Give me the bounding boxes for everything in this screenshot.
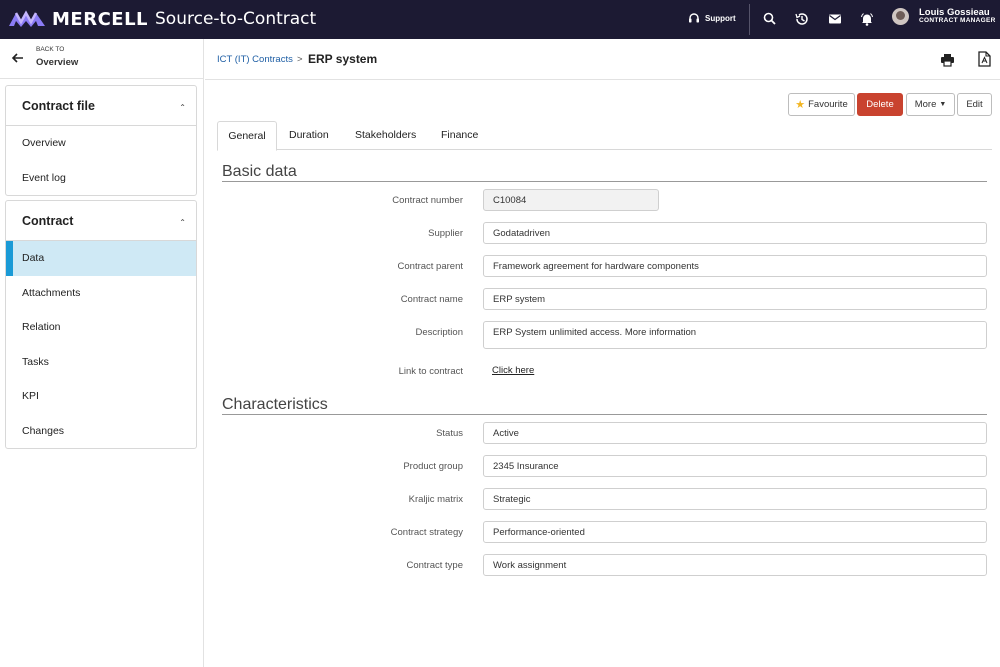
contract-type-field[interactable]: Work assignment <box>483 554 987 576</box>
brand[interactable]: MERCELL Source-to-Contract <box>8 8 316 30</box>
delete-button[interactable]: Delete <box>857 93 903 116</box>
back-small-label: BACK TO <box>36 46 65 53</box>
page-title: ERP system <box>308 52 378 66</box>
sidebar-item-relation[interactable]: Relation <box>6 310 196 345</box>
favourite-label: Favourite <box>808 99 848 110</box>
sidebar-item-kpi[interactable]: KPI <box>6 379 196 414</box>
sidebar-item-event-log[interactable]: Event log <box>6 161 196 196</box>
sidebar-item-label: KPI <box>22 390 39 402</box>
topbar-divider <box>749 4 750 35</box>
tab-duration[interactable]: Duration <box>289 121 329 150</box>
print-icon[interactable] <box>940 53 955 67</box>
tab-finance[interactable]: Finance <box>441 121 478 150</box>
star-icon: ★ <box>795 99 806 111</box>
kraljic-matrix-field[interactable]: Strategic <box>483 488 987 510</box>
brand-product: Source-to-Contract <box>155 9 317 29</box>
product-group-field[interactable]: 2345 Insurance <box>483 455 987 477</box>
panel-contract: Contract ⌃ Data Attachments Relation Tas… <box>5 200 197 449</box>
history-icon[interactable] <box>794 11 810 27</box>
panel-title: Contract <box>22 214 74 228</box>
edit-button[interactable]: Edit <box>957 93 992 116</box>
arrow-left-icon <box>11 53 23 63</box>
description-label: Description <box>415 327 463 338</box>
sidebar-item-label: Attachments <box>22 286 81 299</box>
product-group-label: Product group <box>403 461 463 472</box>
headset-icon <box>689 13 699 23</box>
avatar <box>892 8 909 25</box>
breadcrumb: ICT (IT) Contracts > ERP system <box>205 39 1000 80</box>
section-title-basic-data: Basic data <box>222 163 297 180</box>
status-field[interactable]: Active <box>483 422 987 444</box>
more-label: More <box>914 99 937 110</box>
section-title-characteristics: Characteristics <box>222 396 328 413</box>
contract-parent-field[interactable]: Framework agreement for hardware compone… <box>483 255 987 277</box>
sidebar-item-label: Overview <box>22 137 66 149</box>
contract-parent-label: Contract parent <box>397 261 463 272</box>
supplier-field[interactable]: Godatadriven <box>483 222 987 244</box>
chevron-up-icon: ⌃ <box>179 103 186 112</box>
back-to-overview[interactable]: BACK TO Overview <box>0 39 204 79</box>
sidebar-item-data[interactable]: Data <box>6 241 196 276</box>
contract-name-label: Contract name <box>400 294 463 305</box>
sidebar-item-label: Relation <box>22 321 61 333</box>
sidebar-item-label: Event log <box>22 171 66 184</box>
mail-icon[interactable] <box>827 11 843 27</box>
main-content: ICT (IT) Contracts > ERP system ★ Favour… <box>205 39 1000 667</box>
contract-type-label: Contract type <box>406 560 464 571</box>
contract-name-field[interactable]: ERP system <box>483 288 987 310</box>
search-icon[interactable] <box>762 11 778 27</box>
sidebar-item-label: Changes <box>22 424 65 437</box>
tab-bar: General Duration Stakeholders Finance <box>217 121 992 151</box>
panel-title: Contract file <box>22 99 95 113</box>
support-label: Support <box>705 13 736 23</box>
contract-strategy-field[interactable]: Performance-oriented <box>483 521 987 543</box>
user-menu[interactable]: Louis Gossieau CONTRACT MANAGER <box>892 8 996 25</box>
more-button[interactable]: More ▼ <box>906 93 955 116</box>
user-role: CONTRACT MANAGER <box>919 17 996 25</box>
sidebar: BACK TO Overview Contract file ⌃ Overvie… <box>0 39 204 667</box>
kraljic-matrix-label: Kraljic matrix <box>408 494 463 505</box>
top-bar: MERCELL Source-to-Contract Support Louis… <box>0 0 1000 39</box>
sidebar-item-label: Data <box>22 252 45 264</box>
favourite-button[interactable]: ★ Favourite <box>788 93 855 116</box>
description-field[interactable]: ERP System unlimited access. More inform… <box>483 321 987 349</box>
sidebar-item-changes[interactable]: Changes <box>6 414 196 449</box>
pdf-icon[interactable] <box>978 51 991 67</box>
sidebar-item-tasks[interactable]: Tasks <box>6 345 196 380</box>
panel-header-contract-file[interactable]: Contract file ⌃ <box>6 86 196 126</box>
notifications-icon[interactable] <box>859 11 875 27</box>
status-label: Status <box>436 428 463 439</box>
sidebar-item-overview[interactable]: Overview <box>6 126 196 161</box>
back-label: Overview <box>36 57 79 68</box>
tab-general[interactable]: General <box>217 121 277 151</box>
breadcrumb-parent-link[interactable]: ICT (IT) Contracts <box>217 54 293 65</box>
breadcrumb-separator: > <box>297 54 303 65</box>
section-divider <box>222 181 987 182</box>
panel-header-contract[interactable]: Contract ⌃ <box>6 201 196 241</box>
panel-contract-file: Contract file ⌃ Overview Event log <box>5 85 197 196</box>
contract-strategy-label: Contract strategy <box>390 527 463 538</box>
brand-name: MERCELL <box>52 8 149 30</box>
contract-number-field: C10084 <box>483 189 659 211</box>
mercell-logo-icon <box>9 10 45 27</box>
link-to-contract[interactable]: Click here <box>492 365 534 376</box>
chevron-up-icon: ⌃ <box>179 218 186 227</box>
support-link[interactable]: Support <box>688 12 736 24</box>
supplier-label: Supplier <box>428 228 463 239</box>
tab-stakeholders[interactable]: Stakeholders <box>355 121 416 150</box>
caret-down-icon: ▼ <box>939 101 947 108</box>
sidebar-item-attachments[interactable]: Attachments <box>6 276 196 311</box>
sidebar-item-label: Tasks <box>22 355 49 368</box>
section-divider <box>222 414 987 415</box>
link-to-contract-label: Link to contract <box>398 366 463 377</box>
contract-number-label: Contract number <box>392 195 463 206</box>
